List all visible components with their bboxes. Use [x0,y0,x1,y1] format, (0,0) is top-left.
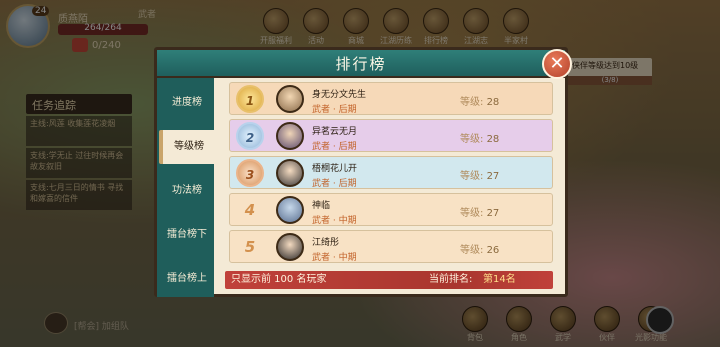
level-number: 28 [486,97,500,108]
close-button[interactable]: ✕ [542,49,572,79]
modal-title: 排行榜 [157,50,565,78]
player-avatar[interactable] [276,159,304,187]
player-title: 武者 · 后期 [312,105,357,115]
ranking-tabs: 进度榜 等级榜 功法榜 擂台榜下 擂台榜上 [157,78,215,297]
level-label: 等级: [460,208,484,219]
gold-medal-icon: 1 [236,85,264,113]
ranking-row[interactable]: 2 异茗云无月 武者 · 后期 等级: 28 [229,119,553,152]
player-avatar[interactable] [276,196,304,224]
ranking-row[interactable]: 5 江绮彤 武者 · 中期 等级: 26 [229,230,553,263]
player-name: 异茗云无月 [312,127,358,137]
level-label: 等级: [460,97,484,108]
level-value: 等级: 27 [460,204,499,219]
tab-arena-upper[interactable]: 擂台榜上 [161,262,213,296]
level-value: 等级: 28 [460,130,499,145]
tab-skill[interactable]: 功法榜 [161,174,213,208]
level-value: 等级: 26 [460,241,499,256]
tab-progress[interactable]: 进度榜 [161,86,213,120]
player-title: 武者 · 中期 [312,216,357,226]
player-avatar[interactable] [276,122,304,150]
rank-number: 4 [244,201,256,219]
rank-number: 5 [244,238,256,256]
current-rank-label: 当前排名: [429,274,473,285]
level-number: 26 [486,245,500,256]
bronze-medal-icon: 3 [236,159,264,187]
player-avatar[interactable] [276,233,304,261]
level-number: 28 [486,134,500,145]
tab-arena-lower[interactable]: 擂台榜下 [161,218,213,252]
level-label: 等级: [460,171,484,182]
player-name: 神临 [312,201,331,211]
level-number: 27 [486,171,500,182]
player-title: 武者 · 后期 [312,142,357,152]
player-title: 武者 · 中期 [312,253,357,263]
ranking-row[interactable]: 1 身无分文先生 武者 · 后期 等级: 28 [229,82,553,115]
tab-level[interactable]: 等级榜 [159,130,215,164]
footer-note: 只显示前 100 名玩家 [231,274,327,285]
ranking-row[interactable]: 4 神临 武者 · 中期 等级: 27 [229,193,553,226]
ranking-modal: 排行榜 进度榜 等级榜 功法榜 擂台榜下 擂台榜上 1 身无分文先生 武者 · … [154,47,568,297]
current-rank-value: 第14名 [483,274,516,285]
ranking-footer: 只显示前 100 名玩家 当前排名: 第14名 [225,271,553,289]
player-name: 身无分文先生 [312,90,367,100]
player-name: 梧桐花儿开 [312,164,358,174]
player-title: 武者 · 后期 [312,179,357,189]
player-avatar[interactable] [276,85,304,113]
level-number: 27 [486,208,500,219]
silver-medal-icon: 2 [236,122,264,150]
level-value: 等级: 28 [460,93,499,108]
player-name: 江绮彤 [312,238,340,248]
level-label: 等级: [460,134,484,145]
ranking-row[interactable]: 3 梧桐花儿开 武者 · 后期 等级: 27 [229,156,553,189]
level-value: 等级: 27 [460,167,499,182]
level-label: 等级: [460,245,484,256]
